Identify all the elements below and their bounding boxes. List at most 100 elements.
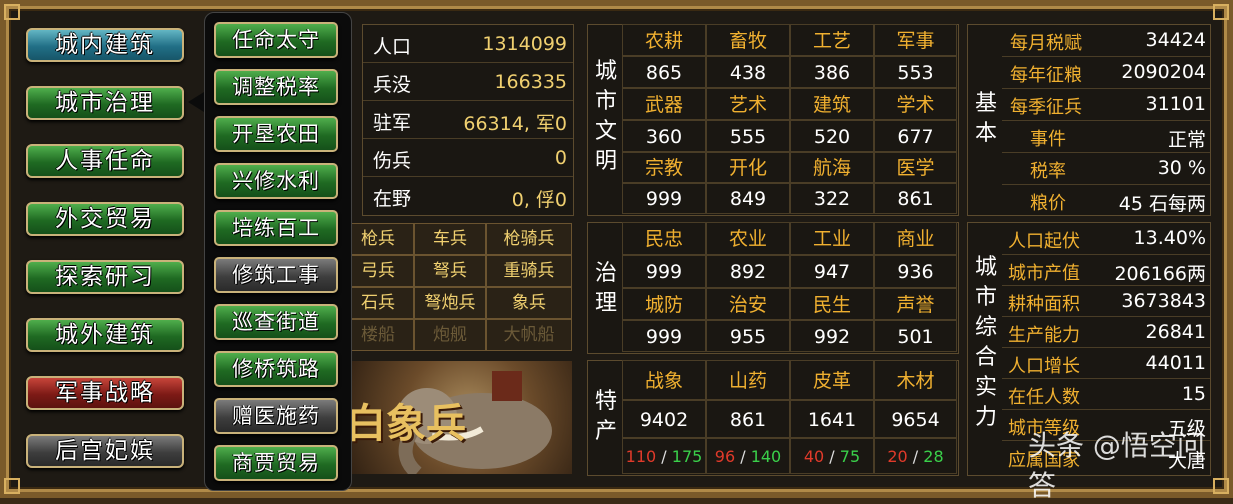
unit-cell[interactable]: 车兵 <box>414 223 486 255</box>
population-row: 伤兵 0 <box>363 139 573 177</box>
gov-value: 947 <box>790 255 874 288</box>
civ-value: 555 <box>706 120 790 152</box>
civ-value: 386 <box>790 56 874 88</box>
strength-label: 人口起伏 <box>1008 227 1080 253</box>
unit-cell[interactable]: 石兵 <box>342 287 414 319</box>
population-label: 人口 <box>373 32 411 59</box>
unit-cell-disabled: 楼船 <box>342 319 414 351</box>
specialty-range: 20 / 28 <box>874 438 957 474</box>
civ-value: 849 <box>706 183 790 214</box>
specialty-value: 1641 <box>790 400 874 438</box>
civ-value: 677 <box>874 120 957 152</box>
main-menu-button[interactable]: 人事任命 <box>26 144 184 178</box>
unit-cell[interactable]: 枪兵 <box>342 223 414 255</box>
unit-cell-disabled: 大帆船 <box>486 319 572 351</box>
main-menu-button[interactable]: 城市治理 <box>26 86 184 120</box>
specialty-value: 9654 <box>874 400 957 438</box>
submenu-button[interactable]: 兴修水利 <box>214 163 338 199</box>
population-panel: 人口 1314099 兵没 166335 驻军 66314, 军0 伤兵 0 在… <box>362 24 574 216</box>
strength-label: 城市产值 <box>1008 259 1080 285</box>
governance-title: 治理 <box>592 259 620 319</box>
unit-cell[interactable]: 弩炮兵 <box>414 287 486 319</box>
submenu-button[interactable]: 商贾贸易 <box>214 445 338 481</box>
strength-value: 26841 <box>1146 321 1206 343</box>
civ-value: 553 <box>874 56 957 88</box>
basic-label: 税率 <box>1030 157 1066 183</box>
civ-header: 开化 <box>706 152 790 183</box>
main-menu-button[interactable]: 后宫妃嫔 <box>26 434 184 468</box>
specialty-range-min: 110 <box>626 447 657 466</box>
gov-header: 工业 <box>790 222 874 255</box>
unit-cell[interactable]: 弩兵 <box>414 255 486 287</box>
specialty-range-min: 96 <box>715 447 735 466</box>
basic-row: 税率 30 % <box>1002 153 1210 185</box>
submenu-button[interactable]: 培练百工 <box>214 210 338 246</box>
civ-header: 武器 <box>622 88 706 120</box>
basic-row: 事件正常 <box>1002 121 1210 153</box>
basic-label: 粮价 <box>1030 189 1066 215</box>
population-row: 在野 0, 俘0 <box>363 177 573 214</box>
civ-header: 工艺 <box>790 24 874 56</box>
frame-corner-ornament <box>4 478 20 494</box>
gov-value: 955 <box>706 320 790 352</box>
specialty-range: 110 / 175 <box>622 438 706 474</box>
civ-header: 建筑 <box>790 88 874 120</box>
submenu-button[interactable]: 修筑工事 <box>214 257 338 293</box>
specialty-range: 40 / 75 <box>790 438 874 474</box>
main-menu-button[interactable]: 外交贸易 <box>26 202 184 236</box>
strength-value: 206166两 <box>1114 259 1206 286</box>
strength-value: 13.40% <box>1134 227 1206 249</box>
unit-cell-disabled: 炮舰 <box>414 319 486 351</box>
strength-row: 耕种面积 3673843 <box>1002 286 1210 317</box>
population-value: 0 <box>555 147 567 169</box>
population-row: 兵没 166335 <box>363 63 573 101</box>
unit-cell[interactable]: 枪骑兵 <box>486 223 572 255</box>
submenu-button[interactable]: 巡查街道 <box>214 304 338 340</box>
submenu-button[interactable]: 开垦农田 <box>214 116 338 152</box>
submenu-button[interactable]: 调整税率 <box>214 69 338 105</box>
population-value: 1314099 <box>482 33 567 55</box>
specialty-value: 9402 <box>622 400 706 438</box>
unit-cell[interactable]: 弓兵 <box>342 255 414 287</box>
unit-cell[interactable]: 象兵 <box>486 287 572 319</box>
frame-corner-ornament <box>4 4 20 20</box>
specialty-name: 皮革 <box>790 360 874 400</box>
basic-row: 每年征粮2090204 <box>1002 57 1210 89</box>
specialty-range-max: 28 <box>923 447 943 466</box>
city-strength-title: 城市综合实力 <box>972 253 1000 433</box>
basic-value: 34424 <box>1146 29 1206 51</box>
unit-cell[interactable]: 重骑兵 <box>486 255 572 287</box>
main-menu-button[interactable]: 探索研习 <box>26 260 184 294</box>
strength-row: 城市产值 206166两 <box>1002 255 1210 286</box>
gov-header: 声誉 <box>874 288 957 320</box>
civ-header: 航海 <box>790 152 874 183</box>
gov-header: 民忠 <box>622 222 706 255</box>
gov-header: 商业 <box>874 222 957 255</box>
main-menu-button[interactable]: 城外建筑 <box>26 318 184 352</box>
specialty-name: 战象 <box>622 360 706 400</box>
gov-header: 城防 <box>622 288 706 320</box>
gov-value: 501 <box>874 320 957 352</box>
basic-row: 每月税赋 34424 <box>1002 25 1210 57</box>
unit-portrait-caption: 白象兵 <box>346 391 466 449</box>
gov-value: 999 <box>622 320 706 352</box>
gov-header: 民生 <box>790 288 874 320</box>
strength-label: 人口增长 <box>1008 352 1080 378</box>
population-value: 66314, 军0 <box>463 109 567 136</box>
submenu-button[interactable]: 修桥筑路 <box>214 351 338 387</box>
submenu-button[interactable]: 赠医施药 <box>214 398 338 434</box>
population-label: 兵没 <box>373 70 411 97</box>
basic-value: 30 % <box>1158 157 1206 179</box>
population-label: 伤兵 <box>373 146 411 173</box>
civ-header: 畜牧 <box>706 24 790 56</box>
specialty-range: 96 / 140 <box>706 438 790 474</box>
strength-label: 耕种面积 <box>1008 290 1080 316</box>
gov-header: 农业 <box>706 222 790 255</box>
submenu-button[interactable]: 任命太守 <box>214 22 338 58</box>
gov-value: 992 <box>790 320 874 352</box>
strength-value: 3673843 <box>1121 290 1206 312</box>
main-menu-button[interactable]: 军事战略 <box>26 376 184 410</box>
basic-label: 每季征兵 <box>1010 93 1082 119</box>
basic-label: 每月税赋 <box>1010 29 1082 55</box>
main-menu-button[interactable]: 城内建筑 <box>26 28 184 62</box>
